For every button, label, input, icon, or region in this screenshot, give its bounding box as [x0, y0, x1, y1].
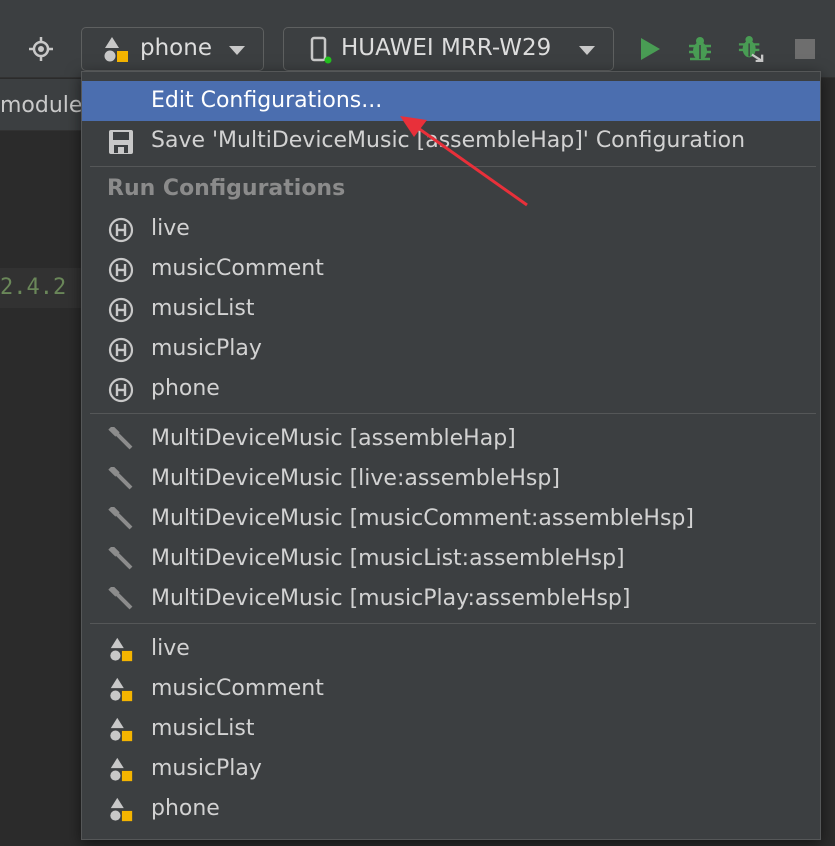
- device-label: HUAWEI MRR-W29: [341, 35, 552, 61]
- separator: [90, 413, 816, 414]
- module-config-icon: [110, 677, 133, 702]
- save-configuration-label: Save 'MultiDeviceMusic [assembleHap]' Co…: [151, 128, 746, 153]
- module-config-item[interactable]: phone: [82, 789, 820, 829]
- hammer-icon: [108, 427, 133, 450]
- module-config-item[interactable]: musicPlay: [82, 749, 820, 789]
- hammer-icon: [108, 587, 133, 610]
- save-icon: [109, 130, 133, 154]
- run-config-item[interactable]: musicList: [82, 289, 820, 329]
- harmony-h-icon: [108, 217, 134, 243]
- harmony-h-icon: [108, 377, 134, 403]
- build-task-label: MultiDeviceMusic [musicPlay:assembleHsp]: [151, 586, 631, 611]
- build-task-label: MultiDeviceMusic [musicList:assembleHsp]: [151, 546, 625, 571]
- run-config-label: phone: [151, 376, 220, 401]
- hammer-icon: [108, 467, 133, 490]
- module-config-icon: [110, 797, 133, 822]
- editor-tab[interactable]: module: [0, 79, 90, 131]
- module-config-label: phone: [151, 796, 220, 821]
- build-task-item[interactable]: MultiDeviceMusic [musicComment:assembleH…: [82, 499, 820, 539]
- harmony-h-icon: [108, 297, 134, 323]
- run-config-label: phone: [140, 35, 212, 61]
- build-task-item[interactable]: MultiDeviceMusic [musicPlay:assembleHsp]: [82, 579, 820, 619]
- run-config-selector[interactable]: phone: [81, 27, 264, 71]
- phone-device-icon: [310, 36, 332, 64]
- run-config-label: live: [151, 216, 190, 241]
- run-configurations-header: Run Configurations: [107, 176, 346, 201]
- play-icon[interactable]: [637, 36, 663, 62]
- build-task-label: MultiDeviceMusic [assembleHap]: [151, 426, 516, 451]
- build-task-item[interactable]: MultiDeviceMusic [musicList:assembleHsp]: [82, 539, 820, 579]
- chevron-down-icon: [229, 46, 245, 55]
- module-config-icon: [110, 757, 133, 782]
- bug-attach-icon[interactable]: [738, 36, 764, 62]
- bug-icon[interactable]: [687, 36, 713, 62]
- code-snippet: 2.4.2: [0, 275, 67, 300]
- module-config-label: musicList: [151, 716, 255, 741]
- hammer-icon: [108, 507, 133, 530]
- build-task-item[interactable]: MultiDeviceMusic [live:assembleHsp]: [82, 459, 820, 499]
- window-title-strip: [0, 0, 835, 10]
- run-config-label: musicPlay: [151, 336, 262, 361]
- module-config-label: live: [151, 636, 190, 661]
- editor-tab-label: module: [0, 93, 83, 118]
- module-config-icon: [110, 637, 133, 662]
- build-task-label: MultiDeviceMusic [live:assembleHsp]: [151, 466, 560, 491]
- run-config-popup: Edit Configurations... Save 'MultiDevice…: [81, 71, 821, 840]
- module-config-item[interactable]: musicComment: [82, 669, 820, 709]
- separator: [90, 166, 816, 167]
- hammer-icon: [108, 547, 133, 570]
- device-selector[interactable]: HUAWEI MRR-W29: [283, 27, 614, 71]
- module-config-item[interactable]: musicList: [82, 709, 820, 749]
- edit-configurations-item[interactable]: Edit Configurations...: [82, 81, 820, 121]
- code-line: 2.4.2: [0, 268, 90, 308]
- run-config-label: musicComment: [151, 256, 324, 281]
- build-task-label: MultiDeviceMusic [musicComment:assembleH…: [151, 506, 694, 531]
- run-config-item[interactable]: musicComment: [82, 249, 820, 289]
- harmony-h-icon: [108, 257, 134, 283]
- chevron-down-icon: [579, 46, 595, 55]
- run-config-item[interactable]: musicPlay: [82, 329, 820, 369]
- build-task-item[interactable]: MultiDeviceMusic [assembleHap]: [82, 419, 820, 459]
- edit-configurations-label: Edit Configurations...: [151, 88, 383, 113]
- save-configuration-item[interactable]: Save 'MultiDeviceMusic [assembleHap]' Co…: [82, 121, 820, 161]
- module-config-label: musicComment: [151, 676, 324, 701]
- main-toolbar: phone HUAWEI MRR-W29: [0, 10, 835, 78]
- editor-area: [0, 132, 90, 846]
- stop-icon[interactable]: [792, 36, 818, 62]
- run-config-label: musicList: [151, 296, 255, 321]
- run-config-item[interactable]: live: [82, 209, 820, 249]
- module-config-item[interactable]: live: [82, 629, 820, 669]
- module-config-icon: [104, 37, 128, 62]
- run-config-item[interactable]: phone: [82, 369, 820, 409]
- harmony-h-icon: [108, 337, 134, 363]
- target-icon[interactable]: [28, 36, 54, 62]
- module-config-icon: [110, 717, 133, 742]
- separator: [90, 623, 816, 624]
- module-config-label: musicPlay: [151, 756, 262, 781]
